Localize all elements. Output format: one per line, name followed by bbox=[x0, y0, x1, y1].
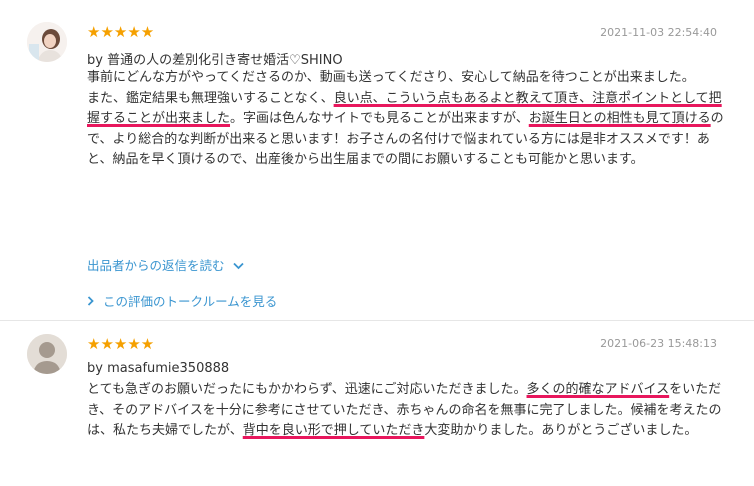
text-segment: とても急ぎのお願いだったにもかかわらず、迅速にご対応いただきました。 bbox=[87, 382, 527, 397]
text-segment: 大変助かりました。ありがとうございました。 bbox=[424, 423, 698, 438]
text-segment: 。字画は色んなサイトでも見ることが出来ますが、 bbox=[230, 111, 529, 126]
review-text: とても急ぎのお願いだったにもかかわらず、迅速にご対応いただきました。多くの的確な… bbox=[87, 380, 727, 442]
default-user-icon bbox=[27, 334, 67, 374]
review-divider bbox=[0, 320, 754, 321]
highlighted-text: 多くの的確なアドバイス bbox=[526, 382, 670, 397]
chevron-down-icon bbox=[232, 259, 244, 273]
reviewer-name: by 普通の人の差別化引き寄せ婚活♡SHINO bbox=[87, 53, 343, 68]
review-date: 2021-11-03 22:54:40 bbox=[600, 26, 717, 39]
talkroom-link[interactable]: この評価のトークルームを見る bbox=[87, 291, 277, 310]
chevron-right-icon bbox=[87, 295, 94, 309]
star-rating: ★★★★★ bbox=[87, 335, 155, 353]
review-paragraph: 事前にどんな方がやってくださるのか、動画も送ってくださり、安心して納品を待つこと… bbox=[87, 70, 695, 85]
reviewer-avatar[interactable] bbox=[27, 334, 67, 374]
read-reply-label: 出品者からの返信を読む bbox=[87, 258, 225, 273]
reviewer-avatar[interactable] bbox=[27, 22, 67, 62]
highlighted-text: お誕生日との相性も見て頂ける bbox=[528, 111, 711, 126]
text-segment: また、鑑定結果も無理強いすることなく、 bbox=[87, 90, 334, 106]
reviewer-name: by masafumie350888 bbox=[87, 361, 230, 376]
review-date: 2021-06-23 15:48:13 bbox=[600, 337, 717, 350]
read-reply-link[interactable]: 出品者からの返信を読む bbox=[87, 255, 244, 274]
star-rating: ★★★★★ bbox=[87, 23, 155, 41]
review-paragraph: とても急ぎのお願いだったにもかかわらず、迅速にご対応いただきました。多くの的確な… bbox=[87, 380, 727, 442]
review-text: 事前にどんな方がやってくださるのか、動画も送ってくださり、安心して納品を待つこと… bbox=[87, 68, 727, 171]
review-paragraph: また、鑑定結果も無理強いすることなく、良い点、こういう点もあるよと教えて頂き、注… bbox=[87, 89, 727, 171]
talkroom-label: この評価のトークルームを見る bbox=[102, 294, 278, 309]
avatar-photo-icon bbox=[27, 22, 67, 62]
highlighted-text: 背中を良い形で押していただき bbox=[242, 423, 425, 438]
